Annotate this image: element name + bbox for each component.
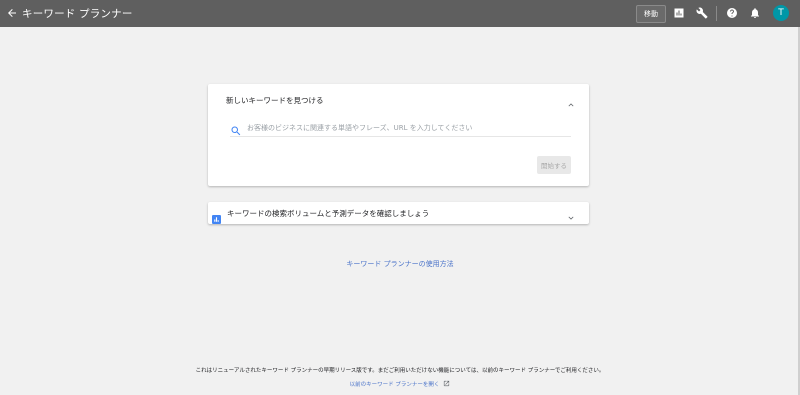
keyword-search-row (230, 120, 571, 137)
bell-icon[interactable] (748, 6, 762, 20)
wrench-icon[interactable] (695, 6, 709, 20)
page-title: キーワード プランナー (22, 8, 133, 20)
old-planner-link[interactable]: 以前のキーワード プランナーを開く (350, 382, 440, 388)
help-icon[interactable] (725, 6, 739, 20)
search-icon (230, 122, 242, 136)
forecast-label: キーワードの検索ボリュームと予測データを確認しましょう (227, 209, 430, 218)
start-button[interactable]: 開始する (537, 156, 571, 174)
howto-link[interactable]: キーワード プランナーの使用方法 (346, 260, 453, 268)
early-release-notice: これはリニューアルされたキーワード プランナーの早期リリース版です。まだご利用い… (195, 368, 605, 374)
howto-link-row: キーワード プランナーの使用方法 (0, 259, 800, 269)
avatar[interactable]: T (773, 5, 789, 21)
old-planner-row: 以前のキーワード プランナーを開く (0, 380, 800, 388)
open-in-new-icon[interactable] (443, 380, 450, 387)
back-arrow-icon[interactable] (4, 5, 20, 21)
bar-chart-icon[interactable] (672, 6, 686, 20)
chevron-down-icon[interactable] (566, 208, 576, 220)
goto-button[interactable]: 移動 (636, 5, 666, 23)
find-keywords-header: 新しいキーワードを見つける (226, 96, 324, 105)
find-keywords-card: 新しいキーワードを見つける 開始する (208, 84, 589, 186)
toolbar-divider (716, 6, 717, 21)
chevron-up-icon[interactable] (566, 95, 576, 107)
bar-chart-icon (212, 209, 221, 224)
keyword-search-input[interactable] (247, 124, 571, 132)
top-app-bar: キーワード プランナー 移動 T (0, 0, 800, 27)
forecast-card[interactable]: キーワードの検索ボリュームと予測データを確認しましょう (208, 202, 589, 224)
